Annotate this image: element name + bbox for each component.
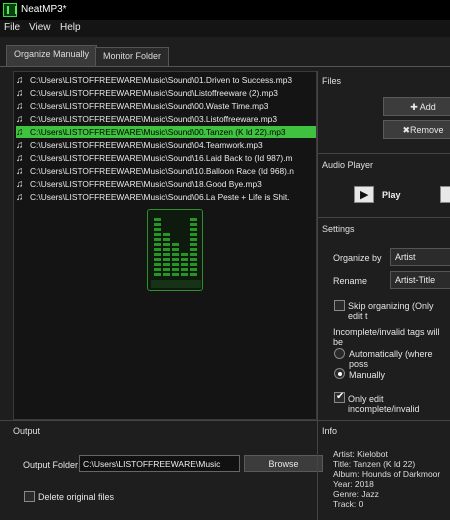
skip-organizing-checkbox[interactable]	[334, 300, 345, 311]
manual-radio[interactable]	[334, 368, 345, 379]
auto-option-label: Automatically (where poss	[349, 349, 433, 369]
info-divider	[317, 421, 318, 520]
organize-by-select[interactable]: Artist	[390, 248, 450, 266]
file-row[interactable]: ♫ C:\Users\LISTOFFREEWARE\Music\Sound\04.…	[16, 139, 316, 151]
tab-organize-manually[interactable]: Organize Manually	[6, 45, 98, 66]
info-album: Album: Hounds of Darkmoor	[333, 469, 441, 479]
file-row[interactable]: ♫ C:\Users\LISTOFFREEWARE\Music\Sound\06.…	[16, 191, 316, 203]
stop-button[interactable]	[440, 186, 450, 203]
music-note-icon: ♫	[16, 127, 24, 138]
organize-by-label: Organize by	[333, 253, 382, 263]
file-row[interactable]: ♫ C:\Users\LISTOFFREEWARE\Music\Sound\18.…	[16, 178, 316, 190]
audio-player-title: Audio Player	[322, 160, 374, 170]
auto-radio[interactable]	[334, 348, 345, 359]
file-row-selected[interactable]: ♫ C:\Users\LISTOFFREEWARE\Music\Sound\00.…	[16, 126, 316, 138]
output-title: Output	[13, 426, 41, 436]
add-button[interactable]: ✚ Add	[383, 97, 450, 116]
file-row[interactable]: ♫ C:\Users\LISTOFFREEWARE\Music\Sound\Lis…	[16, 87, 316, 99]
info-year: Year: 2018	[333, 479, 374, 489]
play-icon: ▶	[360, 189, 369, 201]
panel-divider	[317, 71, 318, 420]
bottom-separator	[0, 420, 450, 421]
title-bar	[0, 0, 450, 20]
menu-view[interactable]: View	[29, 22, 51, 33]
music-note-icon: ♫	[16, 192, 24, 203]
rename-label: Rename	[333, 276, 368, 286]
file-row[interactable]: ♫ C:\Users\LISTOFFREEWARE\Music\Sound\00.…	[16, 100, 316, 112]
neatmp3-logo-icon	[147, 209, 203, 291]
info-artist: Artist: Kielobot	[333, 449, 388, 459]
music-note-icon: ♫	[16, 140, 24, 151]
manual-option-label: Manually	[349, 370, 386, 380]
music-note-icon: ♫	[16, 179, 24, 190]
files-panel-title: Files	[322, 76, 342, 86]
panel-separator	[318, 217, 450, 218]
file-row[interactable]: ♫ C:\Users\LISTOFFREEWARE\Music\Sound\10.…	[16, 165, 316, 177]
only-edit-checkbox[interactable]	[334, 391, 345, 403]
remove-button[interactable]: ✖Remove	[383, 120, 450, 139]
browse-button[interactable]: Browse	[244, 455, 323, 472]
tab-divider	[0, 66, 450, 67]
plus-icon: ✚	[410, 102, 420, 112]
music-note-icon: ♫	[16, 75, 24, 86]
music-note-icon: ♫	[16, 114, 24, 125]
delete-originals-label: Delete original files	[38, 492, 115, 502]
info-track: Track: 0	[333, 499, 364, 509]
only-edit-label: Only edit incomplete/invalid	[348, 394, 420, 414]
close-icon: ✖	[402, 125, 411, 135]
file-row[interactable]: ♫ C:\Users\LISTOFFREEWARE\Music\Sound\01.…	[16, 74, 316, 86]
app-icon	[3, 3, 17, 17]
info-genre: Genre: Jazz	[333, 489, 379, 499]
music-note-icon: ♫	[16, 88, 24, 99]
output-folder-label: Output Folder	[23, 460, 79, 470]
settings-title: Settings	[322, 224, 355, 234]
menu-help[interactable]: Help	[60, 22, 81, 33]
incomplete-tags-label: Incomplete/invalid tags will be	[333, 327, 440, 347]
output-folder-input[interactable]: C:\Users\LISTOFFREEWARE\Music	[79, 455, 240, 472]
file-row[interactable]: ♫ C:\Users\LISTOFFREEWARE\Music\Sound\03.…	[16, 113, 316, 125]
delete-originals-checkbox[interactable]	[24, 491, 35, 502]
panel-separator	[318, 153, 450, 154]
file-row[interactable]: ♫ C:\Users\LISTOFFREEWARE\Music\Sound\16.…	[16, 152, 316, 164]
rename-select[interactable]: Artist-Title	[390, 271, 450, 289]
music-note-icon: ♫	[16, 166, 24, 177]
skip-organizing-label: Skip organizing (Only edit t	[348, 301, 434, 321]
info-title: Info	[322, 426, 338, 436]
music-note-icon: ♫	[16, 153, 24, 164]
play-button[interactable]: ▶	[354, 186, 374, 203]
window-title: NeatMP3*	[21, 4, 67, 15]
info-title-line: Title: Tanzen (K ld 22)	[333, 459, 416, 469]
menu-file[interactable]: File	[4, 22, 20, 33]
music-note-icon: ♫	[16, 101, 24, 112]
play-label: Play	[382, 190, 401, 200]
tab-monitor-folder[interactable]: Monitor Folder	[95, 47, 170, 66]
